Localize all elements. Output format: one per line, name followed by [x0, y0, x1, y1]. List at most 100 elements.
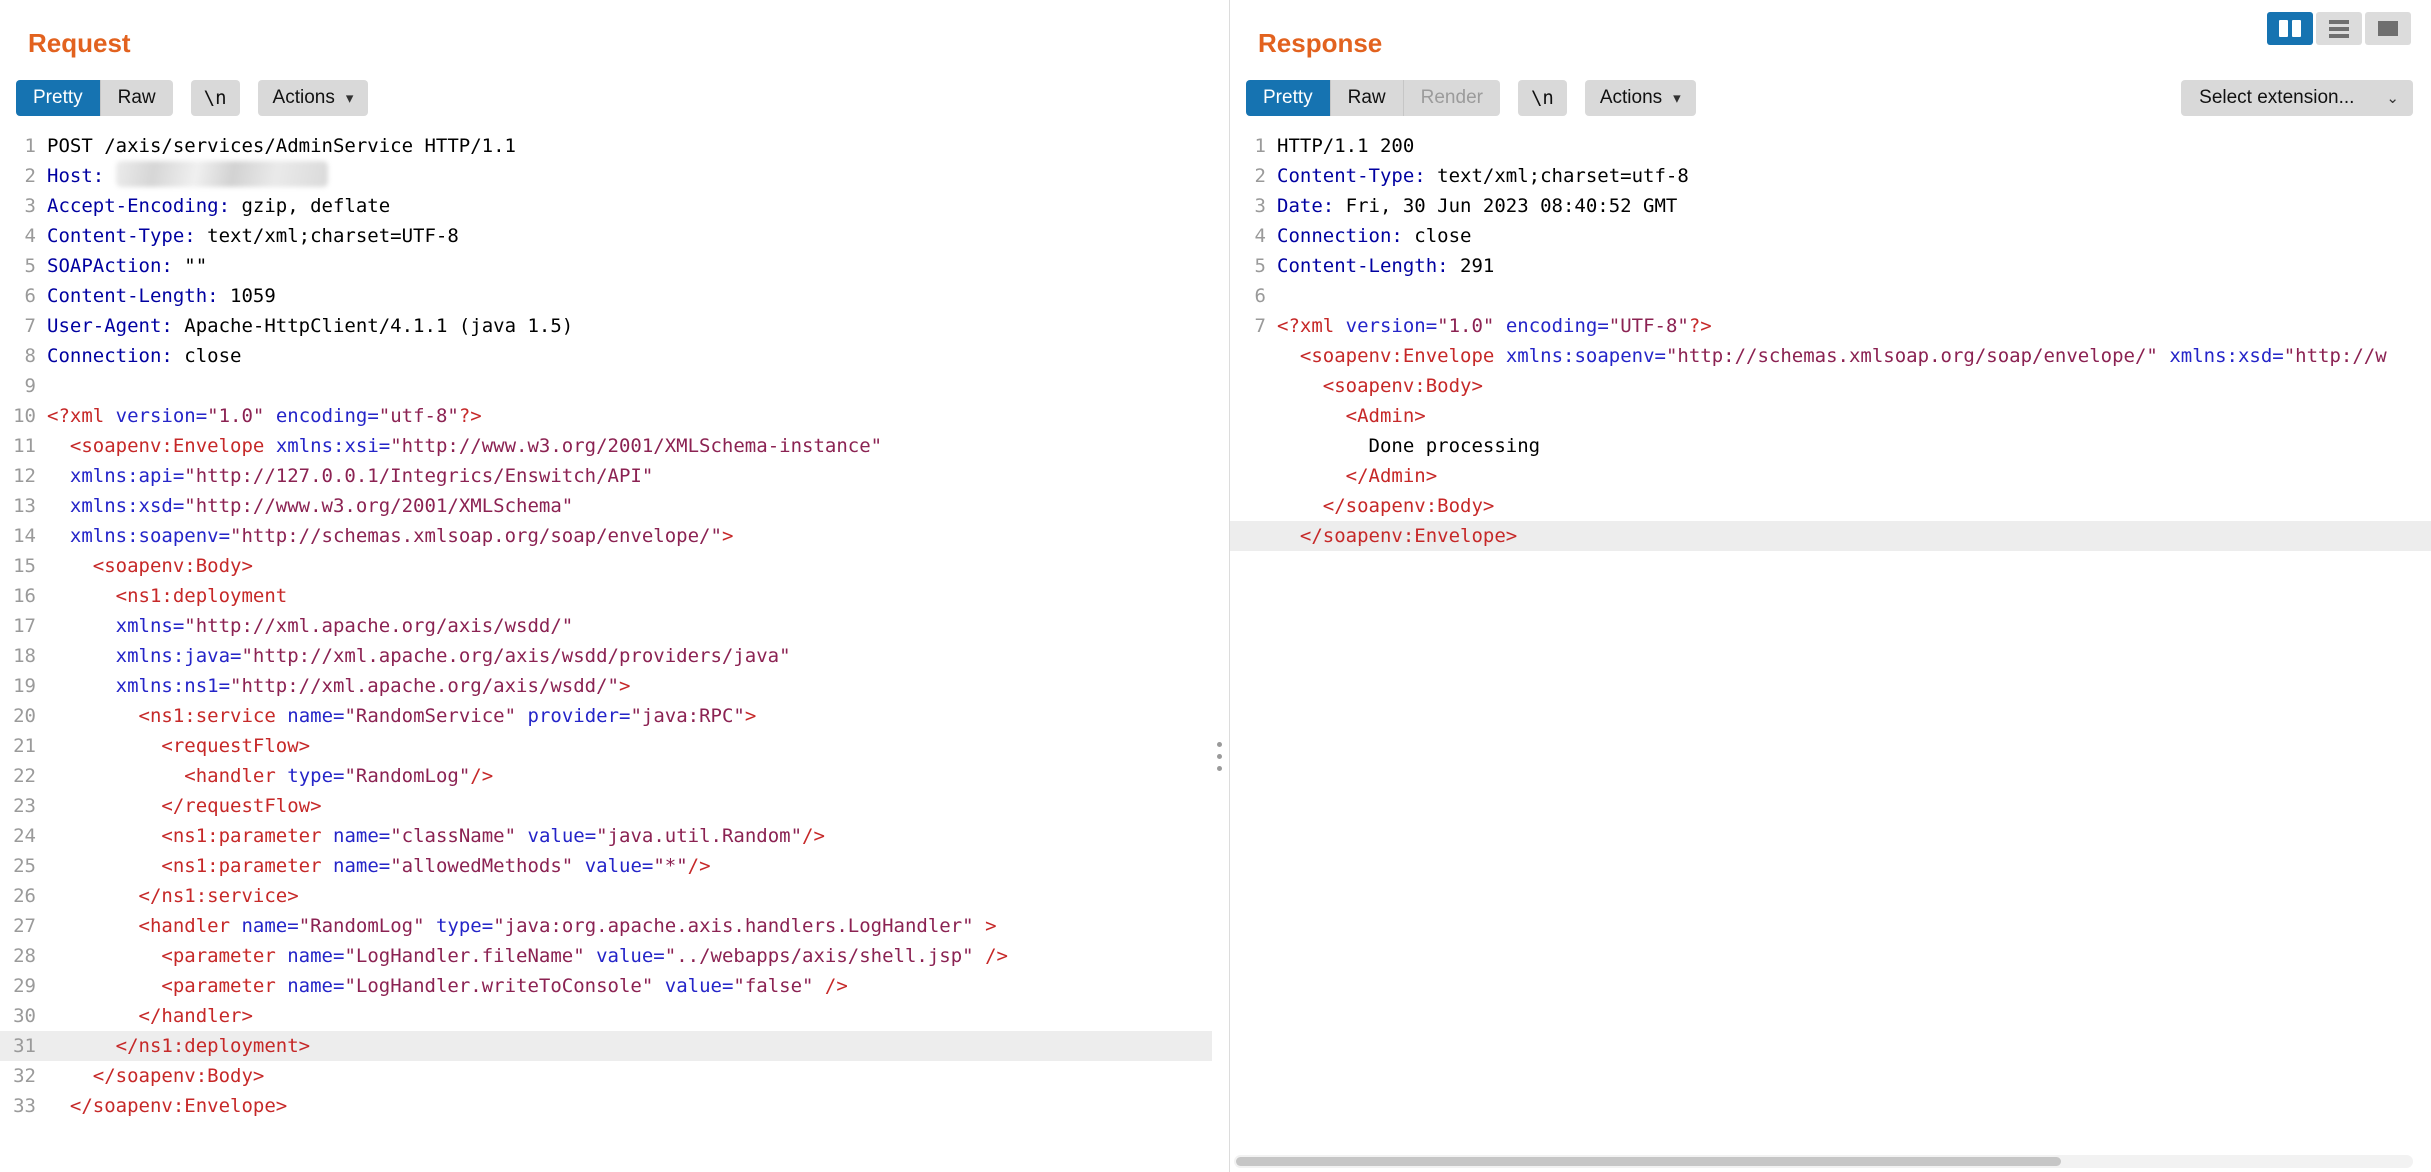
line-content[interactable]: HTTP/1.1 200 [1277, 131, 1414, 161]
line-content[interactable]: xmlns:soapenv="http://schemas.xmlsoap.or… [47, 521, 733, 551]
code-line[interactable]: 3Accept-Encoding: gzip, deflate [0, 191, 1212, 221]
code-line[interactable]: 31 </ns1:deployment> [0, 1031, 1212, 1061]
line-content[interactable]: POST /axis/services/AdminService HTTP/1.… [47, 131, 516, 161]
code-line[interactable]: 21 <requestFlow> [0, 731, 1212, 761]
code-line[interactable]: 30 </handler> [0, 1001, 1212, 1031]
code-line[interactable]: Done processing [1230, 431, 2431, 461]
line-content[interactable]: <?xml version="1.0" encoding="UTF-8"?> [1277, 311, 1712, 341]
request-editor[interactable]: 1POST /axis/services/AdminService HTTP/1… [0, 131, 1212, 1172]
response-newline-toggle[interactable]: \n [1518, 80, 1567, 116]
response-actions-button[interactable]: Actions ▾ [1585, 80, 1696, 116]
code-line[interactable]: 18 xmlns:java="http://xml.apache.org/axi… [0, 641, 1212, 671]
code-line[interactable]: 7<?xml version="1.0" encoding="UTF-8"?> [1230, 311, 2431, 341]
code-line[interactable]: 2Host: [0, 161, 1212, 191]
line-content[interactable]: <parameter name="LogHandler.writeToConso… [47, 971, 848, 1001]
code-line[interactable]: 6Content-Length: 1059 [0, 281, 1212, 311]
line-content[interactable]: Content-Type: text/xml;charset=utf-8 [1277, 161, 1689, 191]
select-extension-chevron-button[interactable]: ⌄ [2372, 80, 2413, 116]
code-line[interactable]: 14 xmlns:soapenv="http://schemas.xmlsoap… [0, 521, 1212, 551]
line-content[interactable]: <Admin> [1277, 401, 1426, 431]
code-line[interactable]: 7User-Agent: Apache-HttpClient/4.1.1 (ja… [0, 311, 1212, 341]
code-line[interactable]: 1HTTP/1.1 200 [1230, 131, 2431, 161]
line-content[interactable]: <handler name="RandomLog" type="java:org… [47, 911, 997, 941]
request-tab-raw[interactable]: Raw [100, 80, 173, 116]
code-line[interactable]: 8Connection: close [0, 341, 1212, 371]
code-line[interactable]: 5SOAPAction: "" [0, 251, 1212, 281]
split-columns-view-button[interactable] [2267, 12, 2313, 45]
line-content[interactable]: <soapenv:Envelope xmlns:soapenv="http://… [1277, 341, 2387, 371]
line-content[interactable]: xmlns:api="http://127.0.0.1/Integrics/En… [47, 461, 653, 491]
response-editor[interactable]: 1HTTP/1.1 2002Content-Type: text/xml;cha… [1230, 131, 2431, 1172]
line-content[interactable]: </requestFlow> [47, 791, 322, 821]
line-content[interactable]: <soapenv:Envelope xmlns:xsi="http://www.… [47, 431, 882, 461]
code-line[interactable]: 27 <handler name="RandomLog" type="java:… [0, 911, 1212, 941]
code-line[interactable]: 33 </soapenv:Envelope> [0, 1091, 1212, 1121]
line-content[interactable]: </soapenv:Envelope> [47, 1091, 287, 1121]
line-content[interactable]: <ns1:parameter name="className" value="j… [47, 821, 825, 851]
response-horizontal-scrollbar[interactable] [1234, 1155, 2413, 1168]
line-content[interactable]: <ns1:deployment [47, 581, 287, 611]
request-tab-pretty[interactable]: Pretty [16, 80, 100, 116]
line-content[interactable]: <parameter name="LogHandler.fileName" va… [47, 941, 1008, 971]
request-newline-toggle[interactable]: \n [191, 80, 240, 116]
code-line[interactable]: 19 xmlns:ns1="http://xml.apache.org/axis… [0, 671, 1212, 701]
line-content[interactable]: Date: Fri, 30 Jun 2023 08:40:52 GMT [1277, 191, 1677, 221]
split-rows-view-button[interactable] [2316, 12, 2362, 45]
code-line[interactable]: 9 [0, 371, 1212, 401]
line-content[interactable]: Host: [47, 161, 328, 191]
code-line[interactable]: 20 <ns1:service name="RandomService" pro… [0, 701, 1212, 731]
line-content[interactable]: </Admin> [1277, 461, 1437, 491]
line-content[interactable]: <ns1:parameter name="allowedMethods" val… [47, 851, 711, 881]
line-content[interactable]: Connection: close [47, 341, 241, 371]
line-content[interactable]: </ns1:service> [47, 881, 299, 911]
code-line[interactable]: 3Date: Fri, 30 Jun 2023 08:40:52 GMT [1230, 191, 2431, 221]
line-content[interactable]: Content-Length: 1059 [47, 281, 276, 311]
code-line[interactable]: </soapenv:Envelope> [1230, 521, 2431, 551]
pane-splitter[interactable] [1212, 0, 1230, 1172]
line-content[interactable]: xmlns:java="http://xml.apache.org/axis/w… [47, 641, 791, 671]
code-line[interactable]: <soapenv:Body> [1230, 371, 2431, 401]
line-content[interactable]: Connection: close [1277, 221, 1471, 251]
response-tab-raw[interactable]: Raw [1330, 80, 1403, 116]
line-content[interactable]: </soapenv:Body> [1277, 491, 1494, 521]
line-content[interactable]: <handler type="RandomLog"/> [47, 761, 493, 791]
line-content[interactable]: </handler> [47, 1001, 253, 1031]
line-content[interactable]: Content-Type: text/xml;charset=UTF-8 [47, 221, 459, 251]
code-line[interactable]: 5Content-Length: 291 [1230, 251, 2431, 281]
line-content[interactable]: </soapenv:Body> [47, 1061, 264, 1091]
line-content[interactable]: xmlns="http://xml.apache.org/axis/wsdd/" [47, 611, 573, 641]
line-content[interactable]: <soapenv:Body> [47, 551, 253, 581]
line-content[interactable]: xmlns:ns1="http://xml.apache.org/axis/ws… [47, 671, 630, 701]
line-content[interactable]: Accept-Encoding: gzip, deflate [47, 191, 390, 221]
line-content[interactable]: </ns1:deployment> [47, 1031, 310, 1061]
line-content[interactable]: Done processing [1277, 431, 1540, 461]
code-line[interactable]: </soapenv:Body> [1230, 491, 2431, 521]
line-content[interactable]: User-Agent: Apache-HttpClient/4.1.1 (jav… [47, 311, 573, 341]
line-content[interactable]: </soapenv:Envelope> [1277, 521, 1517, 551]
code-line[interactable]: 16 <ns1:deployment [0, 581, 1212, 611]
code-line[interactable]: 11 <soapenv:Envelope xmlns:xsi="http://w… [0, 431, 1212, 461]
code-line[interactable]: <Admin> [1230, 401, 2431, 431]
line-content[interactable]: xmlns:xsd="http://www.w3.org/2001/XMLSch… [47, 491, 573, 521]
request-actions-button[interactable]: Actions ▾ [258, 80, 369, 116]
code-line[interactable]: 1POST /axis/services/AdminService HTTP/1… [0, 131, 1212, 161]
code-line[interactable]: 26 </ns1:service> [0, 881, 1212, 911]
line-content[interactable]: <soapenv:Body> [1277, 371, 1483, 401]
code-line[interactable]: 4Content-Type: text/xml;charset=UTF-8 [0, 221, 1212, 251]
code-line[interactable]: 6 [1230, 281, 2431, 311]
code-line[interactable]: <soapenv:Envelope xmlns:soapenv="http://… [1230, 341, 2431, 371]
code-line[interactable]: 24 <ns1:parameter name="className" value… [0, 821, 1212, 851]
code-line[interactable]: 13 xmlns:xsd="http://www.w3.org/2001/XML… [0, 491, 1212, 521]
code-line[interactable]: </Admin> [1230, 461, 2431, 491]
line-content[interactable]: <requestFlow> [47, 731, 310, 761]
code-line[interactable]: 28 <parameter name="LogHandler.fileName"… [0, 941, 1212, 971]
code-line[interactable]: 4Connection: close [1230, 221, 2431, 251]
code-line[interactable]: 29 <parameter name="LogHandler.writeToCo… [0, 971, 1212, 1001]
code-line[interactable]: 15 <soapenv:Body> [0, 551, 1212, 581]
line-content[interactable]: Content-Length: 291 [1277, 251, 1494, 281]
code-line[interactable]: 22 <handler type="RandomLog"/> [0, 761, 1212, 791]
code-line[interactable]: 25 <ns1:parameter name="allowedMethods" … [0, 851, 1212, 881]
code-line[interactable]: 12 xmlns:api="http://127.0.0.1/Integrics… [0, 461, 1212, 491]
scrollbar-thumb[interactable] [1236, 1157, 2061, 1166]
code-line[interactable]: 2Content-Type: text/xml;charset=utf-8 [1230, 161, 2431, 191]
